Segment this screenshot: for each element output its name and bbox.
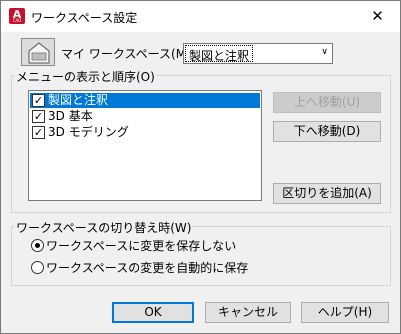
check-icon: ✓ [33, 110, 44, 123]
autocad-app-icon: A CAD [9, 8, 25, 24]
ok-button[interactable]: OK [112, 302, 194, 323]
workspace-switch-label: ワークスペースの切り替え時(W) [15, 219, 193, 236]
close-icon: ✕ [371, 7, 384, 25]
title-bar: A CAD ワークスペース設定 ✕ [1, 1, 400, 32]
add-separator-button[interactable]: 区切りを追加(A) [273, 183, 381, 204]
checkbox[interactable]: ✓ [32, 94, 45, 107]
radio-auto-save[interactable]: ワークスペースの変更を自動的に保存 [31, 260, 248, 276]
my-workspace-value: 製図と注釈 [185, 45, 254, 63]
dialog-title: ワークスペース設定 [31, 11, 138, 25]
workspace-icon [21, 38, 55, 66]
help-button[interactable]: ヘルプ(H) [301, 302, 389, 323]
list-item[interactable]: ✓ 製図と注釈 [30, 93, 260, 108]
chevron-down-icon: ∨ [321, 47, 328, 57]
move-up-button[interactable]: 上へ移動(U) [273, 92, 381, 113]
radio-label: ワークスペースに変更を保存しない [46, 239, 237, 253]
radio-button[interactable] [31, 261, 44, 274]
list-item-label: 製図と注釈 [48, 93, 109, 107]
close-button[interactable]: ✕ [355, 1, 400, 32]
radio-label: ワークスペースの変更を自動的に保存 [46, 261, 249, 275]
list-item-label: 3D モデリング [48, 125, 129, 139]
checkbox[interactable]: ✓ [32, 110, 45, 123]
menu-listbox[interactable]: ✓ 製図と注釈 ✓ 3D 基本 ✓ 3D モデリング [28, 90, 262, 201]
move-down-button[interactable]: 下へ移動(D) [273, 121, 381, 142]
check-icon: ✓ [33, 94, 44, 107]
my-workspace-dropdown[interactable]: 製図と注釈 ∨ [183, 43, 333, 64]
cancel-button[interactable]: キャンセル [205, 302, 291, 323]
list-item-label: 3D 基本 [48, 109, 93, 123]
checkbox[interactable]: ✓ [32, 126, 45, 139]
radio-do-not-save[interactable]: ワークスペースに変更を保存しない [31, 238, 236, 254]
check-icon: ✓ [33, 126, 44, 139]
menu-display-order-label: メニューの表示と順序(O) [15, 68, 156, 85]
radio-button[interactable] [31, 239, 44, 252]
workspace-settings-dialog: A CAD ワークスペース設定 ✕ マイ ワークスペース(M) = 製図と注釈 … [0, 0, 401, 334]
app-icon-sub: CAD [12, 18, 22, 23]
